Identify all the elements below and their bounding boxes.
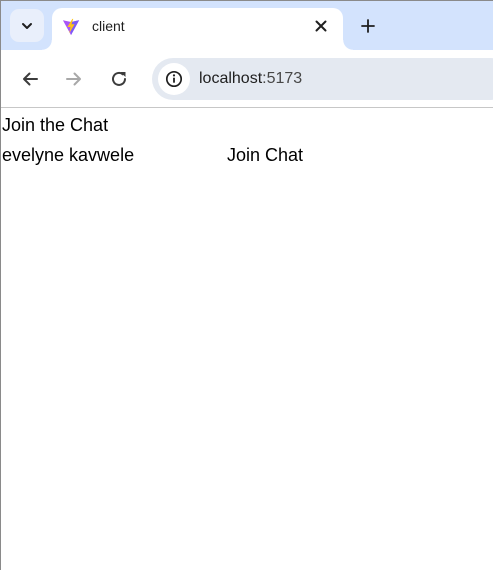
chevron-down-icon [22,22,32,29]
page-content: Join the Chat evelyne kavwele Join Chat [0,108,493,570]
tab-search-button[interactable] [10,9,44,42]
browser-tab[interactable]: client [42,8,353,50]
info-icon [165,70,183,88]
page-title: Join the Chat [2,115,109,135]
address-bar[interactable]: localhost:5173 [152,58,493,100]
tab-close-button[interactable] [310,15,332,37]
vite-logo-icon [62,18,80,36]
tab-title: client [92,18,125,34]
arrow-right-icon [66,72,81,86]
reload-button[interactable] [104,64,134,94]
site-info-button[interactable] [158,63,190,95]
url-port: :5173 [262,70,303,87]
browser-toolbar: localhost:5173 [0,50,493,107]
join-chat-button[interactable]: Join Chat [227,145,303,165]
url-text: localhost:5173 [199,69,302,89]
user-name-text: evelyne kavwele [2,145,135,165]
forward-button[interactable] [59,64,89,94]
close-icon [315,20,327,32]
arrow-left-icon [23,72,38,86]
back-button[interactable] [15,64,45,94]
url-host: localhost [199,70,263,87]
new-tab-button[interactable] [355,13,381,39]
window-border-top [0,0,493,1]
window-border-left [0,0,1,570]
reload-icon [112,71,126,86]
tab-strip: client [0,0,493,50]
plus-icon [361,19,375,33]
